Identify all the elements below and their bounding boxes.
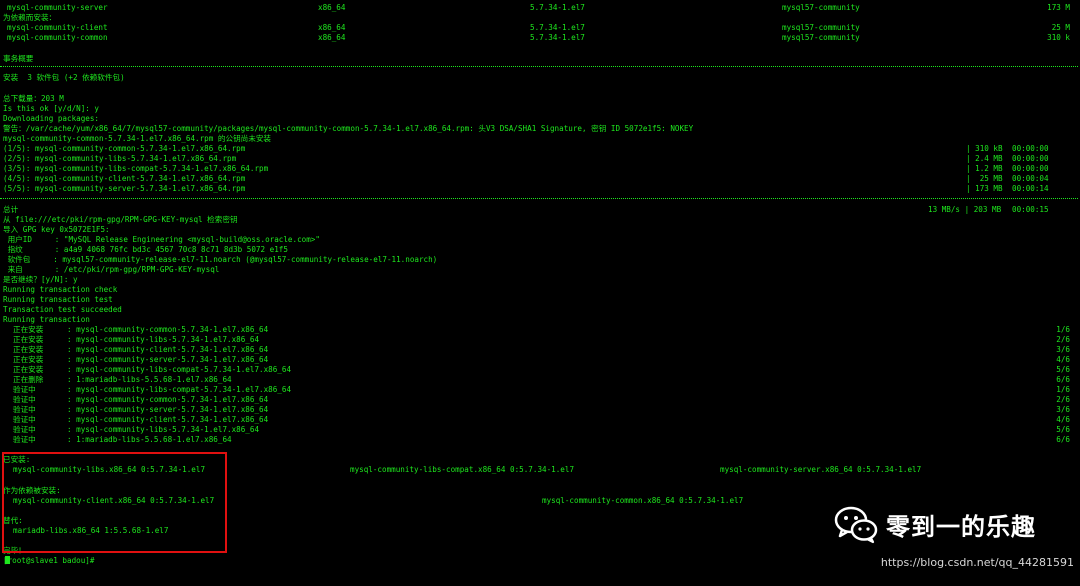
transaction-row: 正在安装: mysql-community-client-5.7.34-1.el… [13,345,1070,354]
output-line: Is this ok [y/d/N]: y [3,104,100,113]
output-line: 软件包 : mysql57-community-release-el7-11.n… [3,255,438,264]
package-row: mysql-community-server x86_64 5.7.34-1.e… [7,3,1070,12]
watermark: 零到一的乐趣 [834,504,1036,544]
download-row: (3/5): mysql-community-libs-compat-5.7.3… [3,164,1049,173]
highlight-box [2,452,227,553]
transaction-row: 验证中: mysql-community-client-5.7.34-1.el7… [13,415,1070,424]
transaction-row: 验证中: mysql-community-libs-5.7.34-1.el7.x… [13,425,1070,434]
transaction-row: 正在安装: mysql-community-server-5.7.34-1.el… [13,355,1070,364]
output-line: 总下载量：203 M [3,94,64,103]
warning-line: 警告：/var/cache/yum/x86_64/7/mysql57-commu… [3,124,694,133]
download-row: (2/5): mysql-community-libs-5.7.34-1.el7… [3,154,1049,163]
terminal-window[interactable]: mysql-community-server x86_64 5.7.34-1.e… [0,0,1080,574]
transaction-row: 正在安装: mysql-community-libs-5.7.34-1.el7.… [13,335,1070,344]
output-line: 指纹 : a4a9 4068 76fc bd3c 4567 70c8 8c71 … [3,245,288,254]
text-cursor [5,556,10,564]
transaction-row: 正在安装: mysql-community-common-5.7.34-1.el… [13,325,1070,334]
watermark-url: https://blog.csdn.net/qq_44281591 [880,556,1074,569]
wechat-icon [834,506,878,544]
output-line: Running transaction check [3,285,118,294]
download-row: (4/5): mysql-community-client-5.7.34-1.e… [3,174,1049,183]
download-row: (5/5): mysql-community-server-5.7.34-1.e… [3,184,1049,193]
prompt-text: [root@slave1 badou]# [3,556,100,565]
separator-line [0,66,1078,67]
output-line: Transaction test succeeded [3,305,122,314]
install-summary: 安装 3 软件包 (+2 依赖软件包) [3,73,125,82]
output-line: Running transaction [3,315,90,324]
transaction-row: 验证中: mysql-community-libs-compat-5.7.34-… [13,385,1070,394]
transaction-row: 验证中: mysql-community-common-5.7.34-1.el7… [13,395,1070,404]
separator-line [0,198,1078,199]
output-line: 从 file:///etc/pki/rpm-gpg/RPM-GPG-KEY-my… [3,215,238,224]
transaction-row: 验证中: 1:mariadb-libs-5.5.68-1.el7.x86_64 6… [13,435,1070,444]
transaction-row: 正在删除: 1:mariadb-libs-5.5.68-1.el7.x86_64… [13,375,1070,384]
watermark-text: 零到一的乐趣 [886,512,1036,541]
summary-title: 事务概要 [3,54,34,63]
package-row: mysql-community-client x86_64 5.7.34-1.e… [7,23,1070,32]
total-row: 总计 13 MB/s | 203 MB 00:00:15 [3,205,1049,214]
output-line: Running transaction test [3,295,113,304]
output-line: mysql-community-common-5.7.34-1.el7.x86_… [3,134,272,143]
transaction-row: 正在安装: mysql-community-libs-compat-5.7.34… [13,365,1070,374]
output-line: Downloading packages: [3,114,100,123]
package-row: mysql-community-common x86_64 5.7.34-1.e… [7,33,1070,42]
transaction-row: 验证中: mysql-community-server-5.7.34-1.el7… [13,405,1070,414]
output-line: 导入 GPG key 0x5072E1F5: [3,225,110,234]
output-line: 是否继续？[y/N]: y [3,275,78,284]
output-line: 来自 : /etc/pki/rpm-gpg/RPM-GPG-KEY-mysql [3,265,220,274]
download-row: (1/5): mysql-community-common-5.7.34-1.e… [3,144,1049,153]
section-label: 为依赖而安装： [3,13,57,22]
output-line: 用户ID : "MySQL Release Engineering <mysql… [3,235,320,244]
